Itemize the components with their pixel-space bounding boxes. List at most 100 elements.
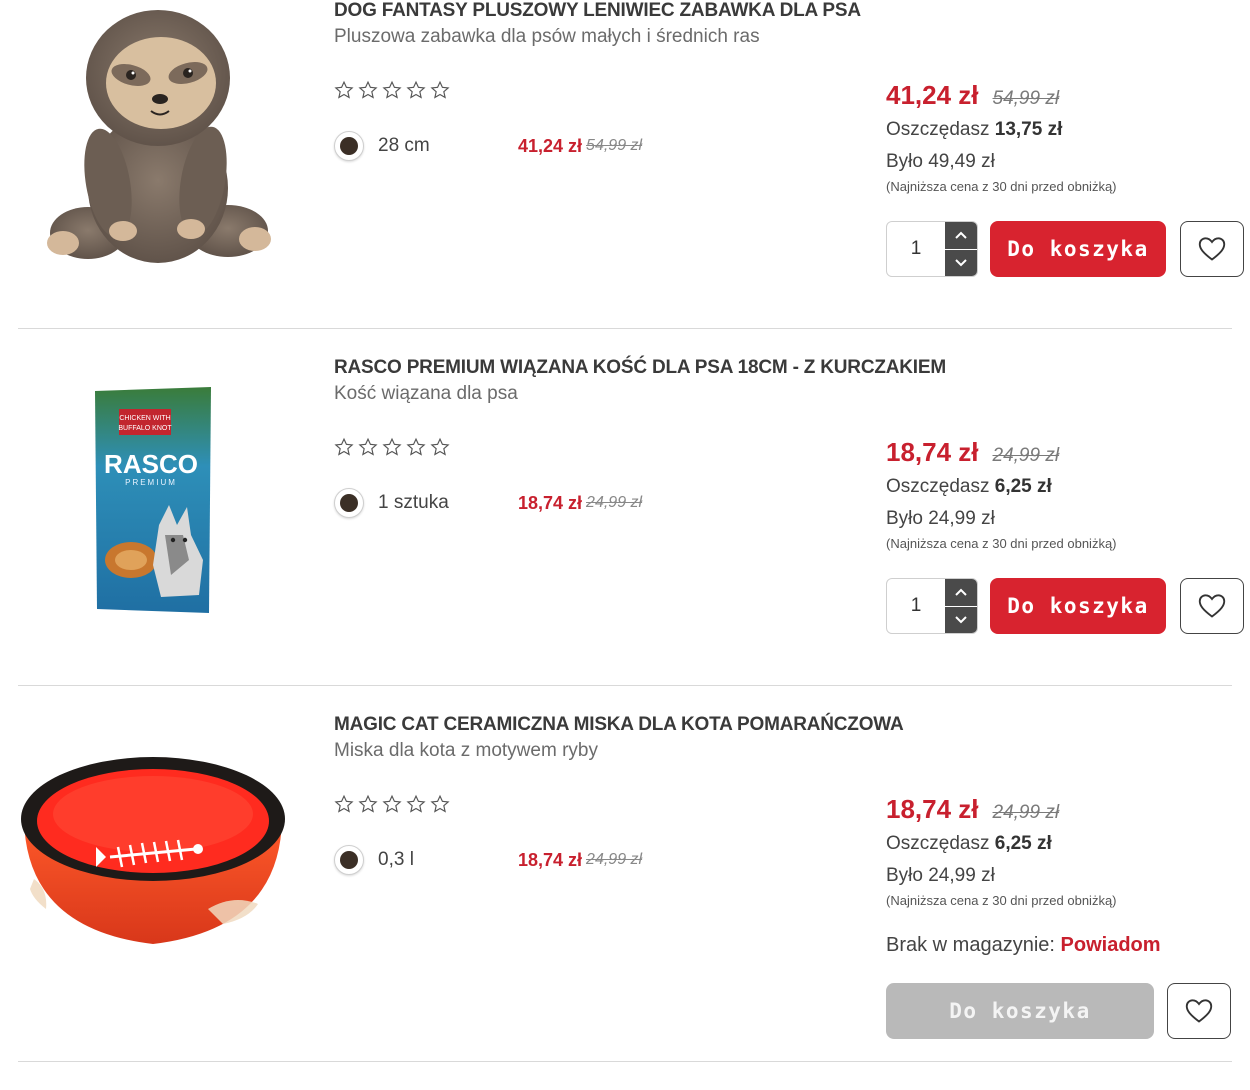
rating-stars[interactable] [334,794,450,814]
star-outline-icon [334,794,354,813]
rating-stars[interactable] [334,80,450,100]
current-price: 41,24 zł [886,80,979,110]
variant-option[interactable]: 28 cm 41,24 zł 54,99 zł [334,131,674,161]
previous-price: Było 24,99 zł [886,865,995,886]
product-subtitle: Kość wiązana dla psa [334,383,518,404]
package-brand: RASCO [104,449,198,479]
variant-label: 1 sztuka [378,492,449,513]
quantity-stepper[interactable]: 1 [886,578,978,634]
product-title[interactable]: MAGIC CAT CERAMICZNA MISKA DLA KOTA POMA… [334,714,904,736]
current-price: 18,74 zł [886,437,979,467]
current-price: 18,74 zł [886,794,979,824]
product-image-bowl[interactable] [18,734,288,964]
quantity-stepper[interactable]: 1 [886,221,978,277]
variant-price: 18,74 zł [518,849,583,870]
stock-status: Brak w magazynie: Powiadom [886,934,1161,957]
product-divider [18,685,1232,686]
star-outline-icon [334,437,354,456]
star-outline-icon [430,80,450,99]
lowest-price-note: (Najniższa cena z 30 dni przed obniżką) [886,893,1117,908]
old-price: 24,99 zł [992,445,1060,466]
product-card-2: CHICKEN WITH BUFFALO KNOT RASCO PREMIUM … [0,357,1250,687]
product-card-3: MAGIC CAT CERAMICZNA MISKA DLA KOTA POMA… [0,714,1250,1064]
quantity-increase-button[interactable] [945,579,977,606]
chevron-up-icon [955,231,967,239]
price-box: 41,24 zł 54,99 zł Oszczędasz 13,75 zł By… [886,80,1246,194]
savings: Oszczędasz 6,25 zł [886,833,1246,855]
old-price: 24,99 zł [992,802,1060,823]
savings-value: 6,25 zł [994,476,1052,497]
price-box: 18,74 zł 24,99 zł Oszczędasz 6,25 zł Był… [886,794,1246,908]
variant-option[interactable]: 1 sztuka 18,74 zł 24,99 zł [334,488,674,518]
price-box: 18,74 zł 24,99 zł Oszczędasz 6,25 zł Był… [886,437,1246,551]
add-to-cart-button[interactable]: Do koszyka [990,578,1166,634]
star-outline-icon [406,437,426,456]
previous-price: Było 24,99 zł [886,508,995,529]
product-title[interactable]: RASCO PREMIUM WIĄZANA KOŚĆ DLA PSA 18CM … [334,357,946,379]
savings: Oszczędasz 13,75 zł [886,119,1246,141]
variant-price: 18,74 zł [518,492,583,513]
savings-label: Oszczędasz [886,476,990,497]
star-outline-icon [382,794,402,813]
star-outline-icon [334,80,354,99]
product-card-1: DOG FANTASY PLUSZOWY LENIWIEC ZABAWKA DL… [0,0,1250,330]
quantity-decrease-button[interactable] [945,605,977,633]
savings: Oszczędasz 6,25 zł [886,476,1246,498]
old-price: 54,99 zł [992,88,1060,109]
product-divider [18,328,1232,329]
cat-bowl-image [21,757,285,944]
chevron-up-icon [955,588,967,596]
savings-value: 13,75 zł [994,119,1063,140]
product-image-sloth[interactable] [18,0,288,275]
quantity-input[interactable]: 1 [887,222,945,276]
product-image-rasco[interactable]: CHICKEN WITH BUFFALO KNOT RASCO PREMIUM [18,372,288,627]
add-to-cart-button[interactable]: Do koszyka [990,221,1166,277]
star-outline-icon [358,80,378,99]
wishlist-button[interactable] [1180,578,1244,634]
variant-option[interactable]: 0,3 l 18,74 zł 24,99 zł [334,845,674,875]
package-sub: PREMIUM [125,478,177,487]
lowest-price-note: (Najniższa cena z 30 dni przed obniżką) [886,536,1117,551]
package-line1: CHICKEN WITH [119,415,170,422]
quantity-increase-button[interactable] [945,222,977,249]
variant-old-price: 54,99 zł [586,137,643,154]
product-title[interactable]: DOG FANTASY PLUSZOWY LENIWIEC ZABAWKA DL… [334,0,861,22]
add-to-cart-button-disabled: Do koszyka [886,983,1154,1039]
heart-outline-icon [1185,999,1213,1023]
previous-price: Było 49,49 zł [886,151,995,172]
variant-label: 0,3 l [378,849,414,870]
product-subtitle: Pluszowa zabawka dla psów małych i średn… [334,26,760,47]
quantity-decrease-button[interactable] [945,248,977,276]
savings-label: Oszczędasz [886,119,990,140]
variant-radio[interactable] [334,131,364,161]
variant-color-swatch [340,494,358,512]
notify-me-link[interactable]: Powiadom [1061,934,1161,956]
savings-label: Oszczędasz [886,833,990,854]
wishlist-button[interactable] [1167,983,1231,1039]
sloth-plush-image [47,9,271,263]
lowest-price-note: (Najniższa cena z 30 dni przed obniżką) [886,179,1117,194]
chevron-down-icon [955,616,967,624]
star-outline-icon [358,794,378,813]
out-of-stock-label: Brak w magazynie: [886,934,1055,956]
rasco-package-image: CHICKEN WITH BUFFALO KNOT RASCO PREMIUM [95,386,211,613]
quantity-input[interactable]: 1 [887,579,945,633]
star-outline-icon [406,80,426,99]
star-outline-icon [406,794,426,813]
star-outline-icon [430,437,450,456]
chevron-down-icon [955,259,967,267]
heart-outline-icon [1198,237,1226,261]
star-outline-icon [430,794,450,813]
variant-color-swatch [340,137,358,155]
star-outline-icon [382,80,402,99]
variant-radio[interactable] [334,488,364,518]
package-line2: BUFFALO KNOT [118,425,172,432]
heart-outline-icon [1198,594,1226,618]
star-outline-icon [358,437,378,456]
rating-stars[interactable] [334,437,450,457]
variant-radio[interactable] [334,845,364,875]
star-outline-icon [382,437,402,456]
variant-old-price: 24,99 zł [586,851,643,868]
wishlist-button[interactable] [1180,221,1244,277]
variant-old-price: 24,99 zł [586,494,643,511]
